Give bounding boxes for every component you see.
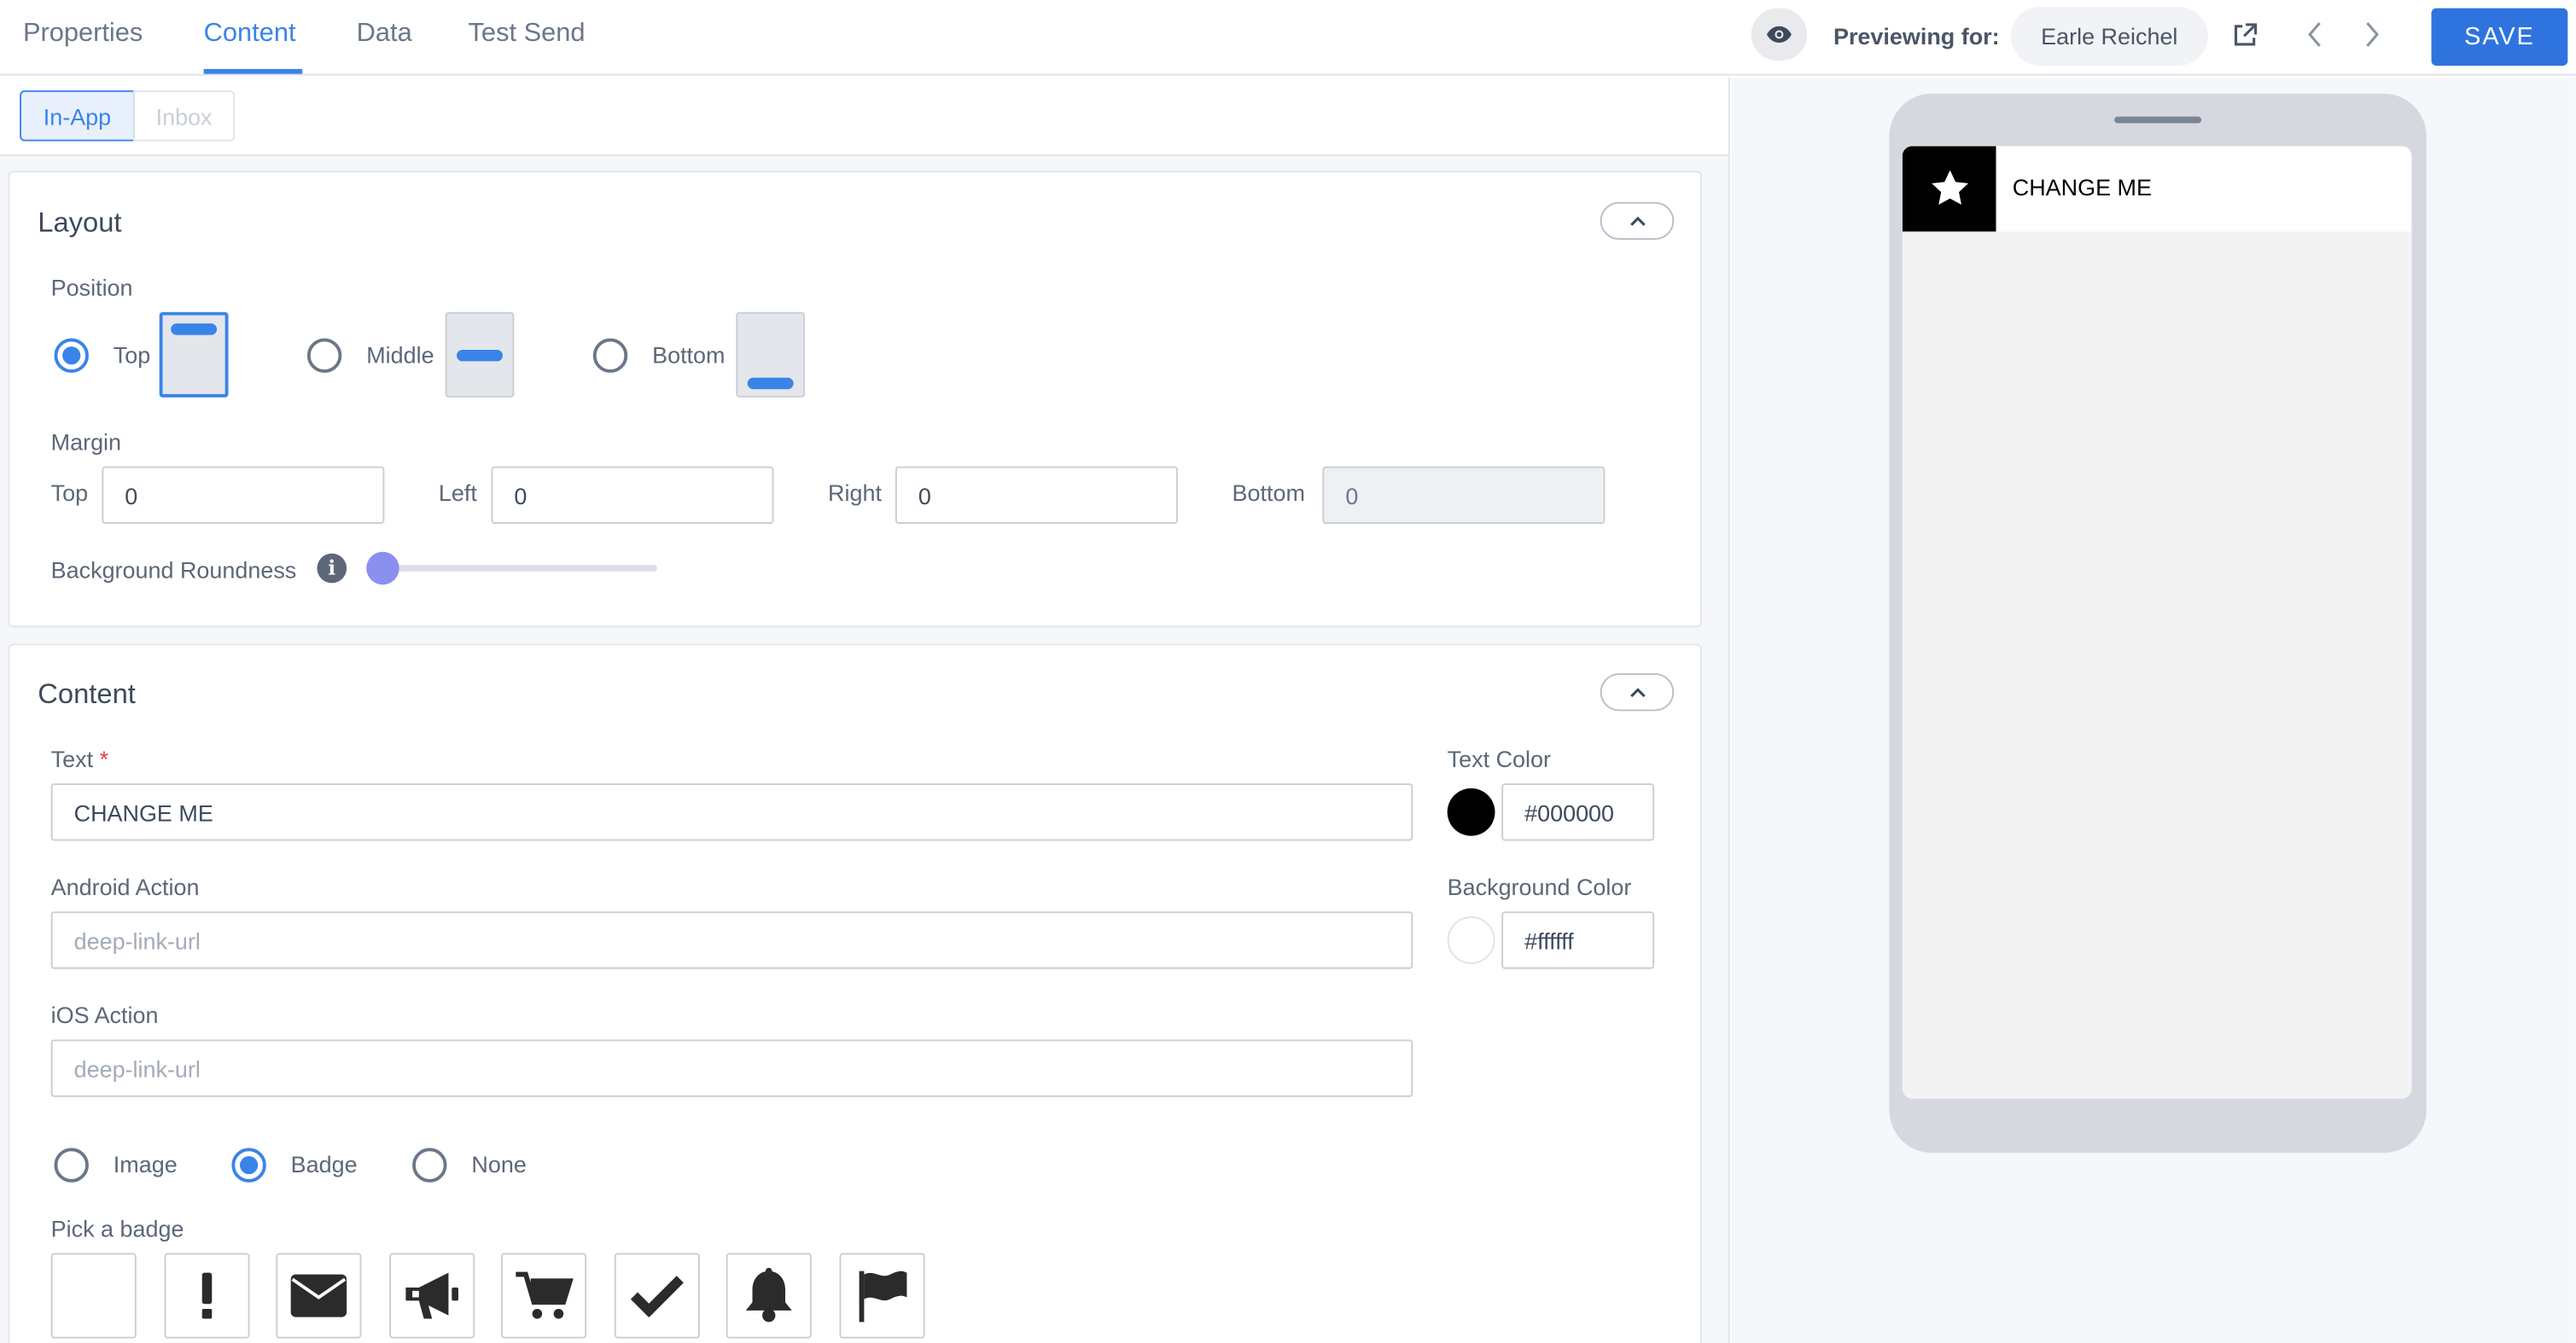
preview-toggle-button[interactable] [1751,8,1808,61]
margin-bottom-label: Bottom [1232,480,1305,506]
badge-option-blank[interactable] [50,1253,137,1339]
content-title: Content [38,677,136,710]
previewing-label: Previewing for: [1833,22,2000,49]
background-color-input[interactable]: #ffffff [1501,911,1655,969]
margin-left-input[interactable]: 0 [491,466,774,524]
phone-speaker [2114,116,2202,124]
text-label-text: Text [50,745,94,772]
pick-badge-label: Pick a badge [50,1215,184,1242]
media-none-radio[interactable] [412,1148,447,1183]
ios-action-input[interactable]: deep-link-url [50,1039,1413,1097]
margin-right-input[interactable]: 0 [895,466,1179,524]
active-tab-indicator [203,68,303,74]
content-card: Content Text * CHANGE ME Text Color #000… [8,643,1702,1343]
background-color-swatch[interactable] [1447,916,1495,964]
notification-text: CHANGE ME [2012,174,2152,201]
position-top-preview[interactable] [159,311,229,398]
badge-option-megaphone[interactable] [389,1253,475,1339]
media-image-radio[interactable] [54,1148,89,1183]
text-color-label: Text Color [1447,745,1551,772]
save-button[interactable]: SAVE [2431,8,2568,66]
position-label: Position [50,274,133,301]
tab-properties[interactable]: Properties [23,20,143,49]
layout-title: Layout [38,206,122,239]
badge-option-flag[interactable] [839,1253,925,1339]
middle-bar-indicator [457,349,503,362]
text-color-input[interactable]: #000000 [1501,783,1655,841]
preview-panel: CHANGE ME [1731,77,2576,1343]
chevron-up-icon [1629,688,1645,698]
badge-option-cart[interactable] [501,1253,587,1339]
position-bottom-label: Bottom [652,341,726,369]
position-middle-preview[interactable] [445,311,515,398]
position-top-label: Top [113,341,151,369]
badge-option-bell[interactable] [726,1253,812,1339]
bell-icon [745,1267,792,1323]
tab-data[interactable]: Data [357,20,412,49]
layout-card: Layout Position Top Middle Bottom Margin… [8,171,1702,628]
text-color-swatch[interactable] [1447,788,1495,836]
badge-option-exclamation[interactable] [164,1253,250,1339]
notification-badge [1902,146,1996,232]
chevron-right-icon[interactable] [2357,20,2387,49]
channel-tabs: In-App Inbox [0,77,1728,156]
star-icon [1931,170,1968,205]
preview-user-selector[interactable]: Earle Reichel [2010,6,2208,66]
margin-top-label: Top [50,480,89,506]
margin-left-label: Left [438,480,477,506]
media-image-label: Image [113,1151,178,1178]
editor-panel: In-App Inbox Layout Position Top Middle … [0,77,1730,1343]
subtab-inbox[interactable]: Inbox [132,90,236,142]
tab-test-send[interactable]: Test Send [469,20,586,49]
position-top-radio[interactable] [54,338,89,373]
chevron-left-icon[interactable] [2300,20,2330,49]
position-bottom-preview[interactable] [736,311,806,398]
roundness-label: Background Roundness [50,556,297,584]
in-app-notification-preview: CHANGE ME [1902,146,2412,232]
eye-icon [1767,26,1792,44]
position-middle-radio[interactable] [306,338,342,373]
collapse-content-button[interactable] [1600,673,1675,712]
text-label: Text * [51,746,108,772]
subtab-in-app[interactable]: In-App [20,90,135,142]
margin-top-input[interactable]: 0 [102,466,385,524]
roundness-slider-track[interactable] [382,565,657,572]
tab-content[interactable]: Content [204,20,296,49]
margin-bottom-input: 0 [1322,466,1606,524]
phone-screen: CHANGE ME [1902,146,2412,1099]
info-icon[interactable]: i [317,553,347,584]
phone-mockup: CHANGE ME [1889,93,2427,1154]
top-bar-indicator [171,323,218,335]
android-action-label: Android Action [50,873,200,900]
cart-icon [516,1271,574,1319]
media-badge-radio[interactable] [231,1148,266,1183]
collapse-layout-button[interactable] [1600,201,1675,241]
bottom-bar-indicator [747,377,794,390]
background-color-label: Background Color [1447,873,1632,900]
megaphone-icon [405,1272,458,1319]
badge-option-check[interactable] [614,1253,700,1339]
margin-right-label: Right [828,480,882,506]
external-link-icon[interactable] [2229,20,2259,49]
android-action-input[interactable]: deep-link-url [50,911,1413,969]
text-input[interactable]: CHANGE ME [50,783,1413,841]
required-mark: * [99,745,109,772]
margin-label: Margin [50,428,122,456]
envelope-icon [290,1274,347,1317]
check-icon [631,1276,684,1317]
position-middle-label: Middle [366,341,434,369]
top-bar: Properties Content Data Test Send Previe… [0,0,2576,76]
ios-action-label: iOS Action [50,1002,159,1028]
flag-icon [859,1270,907,1323]
roundness-slider-handle[interactable] [366,551,399,585]
media-badge-label: Badge [290,1151,358,1178]
badge-option-envelope[interactable] [276,1253,362,1339]
position-bottom-radio[interactable] [592,338,628,373]
chevron-up-icon [1629,216,1645,226]
exclamation-icon [201,1272,213,1319]
media-none-label: None [471,1151,527,1178]
